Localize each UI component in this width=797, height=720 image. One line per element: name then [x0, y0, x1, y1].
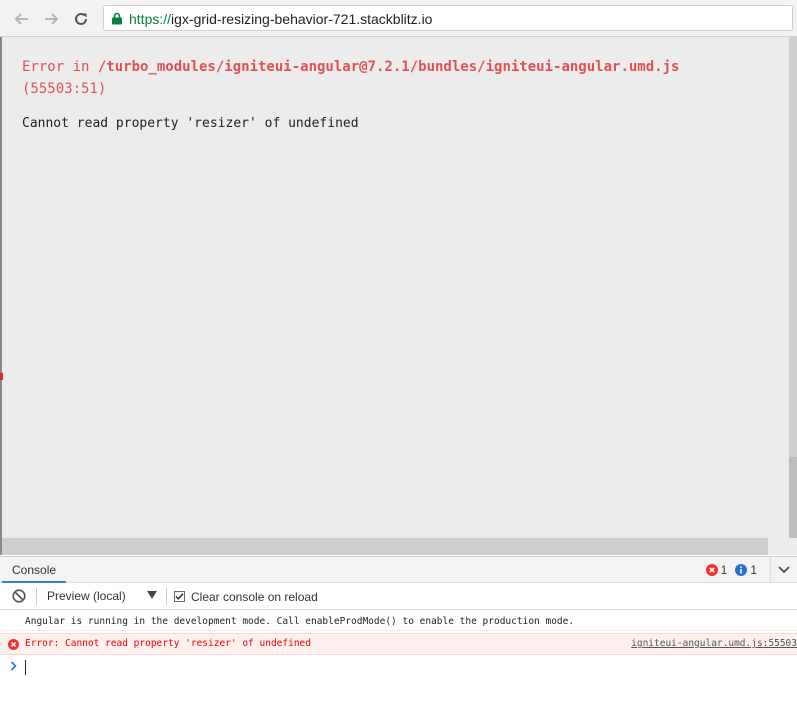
- back-button[interactable]: [12, 9, 32, 29]
- url-host: igx-grid-resizing-behavior-721.stackblit…: [171, 11, 433, 27]
- console-message-info: Angular is running in the development mo…: [0, 612, 797, 631]
- error-location: (55503:51): [22, 81, 107, 97]
- console-message-error: Error: Cannot read property 'resizer' of…: [0, 633, 797, 655]
- console-header: Console 1 1: [0, 556, 797, 583]
- forward-button[interactable]: [41, 9, 61, 29]
- console-prompt: [0, 657, 797, 679]
- lock-icon: [112, 12, 122, 25]
- error-source-link[interactable]: igniteui-angular.umd.js:55503: [631, 634, 797, 654]
- checkmark-icon: [175, 593, 184, 600]
- vertical-scrollbar-thumb[interactable]: [789, 37, 797, 457]
- error-message-text: Error: Cannot read property 'resizer' of…: [25, 638, 311, 649]
- text-caret: [25, 660, 26, 675]
- prompt-chevron-icon: [10, 661, 17, 671]
- reload-icon: [75, 12, 87, 25]
- error-count[interactable]: 1: [705, 563, 728, 577]
- divider: [166, 588, 167, 605]
- address-bar[interactable]: https://igx-grid-resizing-behavior-721.s…: [103, 5, 793, 31]
- error-marker: [0, 373, 3, 380]
- console-filter-bar: Preview (local) Clear console on reload: [0, 583, 797, 610]
- chevron-down-icon: [778, 566, 790, 574]
- clear-console-icon[interactable]: [12, 589, 26, 603]
- arrow-left-icon: [14, 13, 28, 25]
- dropdown-arrow-icon[interactable]: [146, 590, 158, 600]
- arrow-right-icon: [45, 13, 59, 25]
- url-scheme: https://: [129, 11, 172, 27]
- error-prefix: Error in: [22, 59, 98, 75]
- info-icon: [735, 564, 748, 576]
- error-icon: [705, 564, 718, 576]
- clear-on-reload-checkbox[interactable]: [174, 591, 185, 602]
- url-text: https://igx-grid-resizing-behavior-721.s…: [129, 11, 432, 27]
- page-content: [0, 37, 797, 555]
- divider: [36, 588, 37, 605]
- error-message: Cannot read property 'resizer' of undefi…: [22, 116, 359, 131]
- horizontal-scrollbar[interactable]: [2, 538, 768, 555]
- clear-on-reload-label[interactable]: Clear console on reload: [191, 590, 318, 604]
- error-icon: [8, 639, 19, 650]
- info-count[interactable]: 1: [735, 563, 757, 577]
- error-heading: Error in /turbo_modules/igniteui-angular…: [22, 59, 679, 75]
- browser-toolbar: https://igx-grid-resizing-behavior-721.s…: [0, 0, 797, 37]
- info-count-value: 1: [750, 563, 757, 577]
- reload-button[interactable]: [71, 9, 91, 29]
- message-counts[interactable]: 1 1: [698, 563, 757, 577]
- scrollbar-corner: [768, 538, 789, 555]
- console-input[interactable]: [24, 659, 784, 677]
- error-count-value: 1: [720, 563, 728, 577]
- context-selector[interactable]: Preview (local): [47, 589, 126, 603]
- page-left-edge: [0, 37, 2, 555]
- info-message-text: Angular is running in the development mo…: [25, 616, 575, 627]
- tab-console[interactable]: Console: [2, 557, 67, 583]
- error-path: /turbo_modules/igniteui-angular@7.2.1/bu…: [97, 59, 680, 75]
- collapse-console-button[interactable]: [770, 557, 797, 583]
